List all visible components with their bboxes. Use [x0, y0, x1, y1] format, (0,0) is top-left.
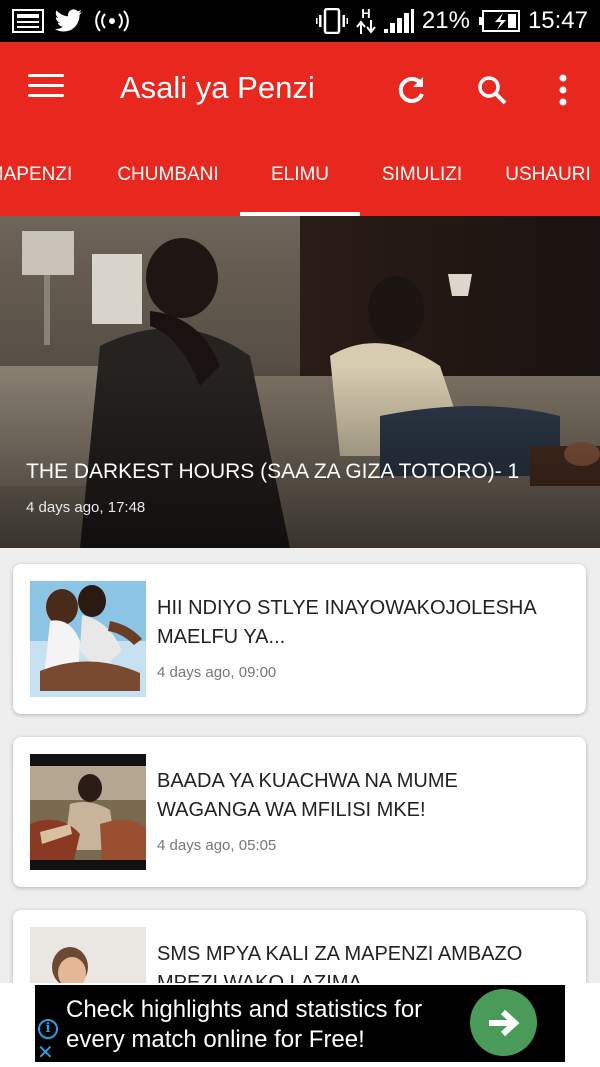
tab-elimu[interactable]: ELIMU — [240, 138, 360, 216]
signal-icon — [383, 9, 414, 33]
featured-title: THE DARKEST HOURS (SAA ZA GIZA TOTORO)- … — [26, 460, 520, 483]
article-thumbnail — [30, 754, 146, 870]
search-icon[interactable] — [472, 70, 512, 110]
more-vert-icon[interactable] — [543, 70, 583, 110]
menu-icon[interactable] — [28, 74, 64, 104]
data-arrows-icon: H — [356, 7, 376, 34]
article-card[interactable]: HII NDIYO STLYE INAYOWAKOJOLESHA MAELFU … — [13, 564, 586, 714]
article-card[interactable]: BAADA YA KUACHWA NA MUME WAGANGA WA MFIL… — [13, 737, 586, 887]
arrow-right-icon[interactable] — [470, 989, 537, 1056]
battery-percent: 21% — [421, 7, 470, 34]
tab-ushauri[interactable]: USHAURI — [496, 138, 600, 216]
refresh-icon[interactable] — [392, 70, 432, 110]
category-tabs: MAPENZI CHUMBANI ELIMU SIMULIZI USHAURI — [0, 138, 600, 216]
ad-text: Check highlights and statistics for ever… — [66, 996, 423, 1053]
tab-simulizi[interactable]: SIMULIZI — [372, 138, 472, 216]
vibrate-icon — [315, 8, 348, 34]
tab-mapenzi[interactable]: MAPENZI — [0, 138, 80, 216]
tab-chumbani[interactable]: CHUMBANI — [108, 138, 228, 216]
ad-banner: Check highlights and statistics for ever… — [0, 983, 600, 1067]
article-title: BAADA YA KUACHWA NA MUME WAGANGA WA MFIL… — [157, 770, 458, 821]
article-date: 4 days ago, 09:00 — [157, 664, 277, 681]
broadcast-icon — [94, 9, 130, 33]
featured-article[interactable]: THE DARKEST HOURS (SAA ZA GIZA TOTORO)- … — [0, 216, 600, 548]
app-bar: Asali ya Penzi — [0, 42, 600, 138]
image-icon — [12, 9, 44, 33]
ad-close-icon[interactable]: ✕ — [37, 1043, 54, 1063]
battery-charging-icon — [478, 10, 520, 32]
twitter-icon — [54, 8, 84, 34]
article-title: HII NDIYO STLYE INAYOWAKOJOLESHA MAELFU … — [157, 597, 536, 648]
status-bar: H 21% 15:47 — [0, 0, 600, 42]
article-thumbnail — [30, 581, 146, 697]
ad-content[interactable]: Check highlights and statistics for ever… — [35, 985, 565, 1062]
ad-info-icon[interactable]: i — [38, 1019, 58, 1039]
featured-date: 4 days ago, 17:48 — [26, 499, 146, 516]
clock: 15:47 — [527, 7, 588, 34]
article-date: 4 days ago, 05:05 — [157, 837, 277, 854]
app-title: Asali ya Penzi — [120, 70, 315, 105]
